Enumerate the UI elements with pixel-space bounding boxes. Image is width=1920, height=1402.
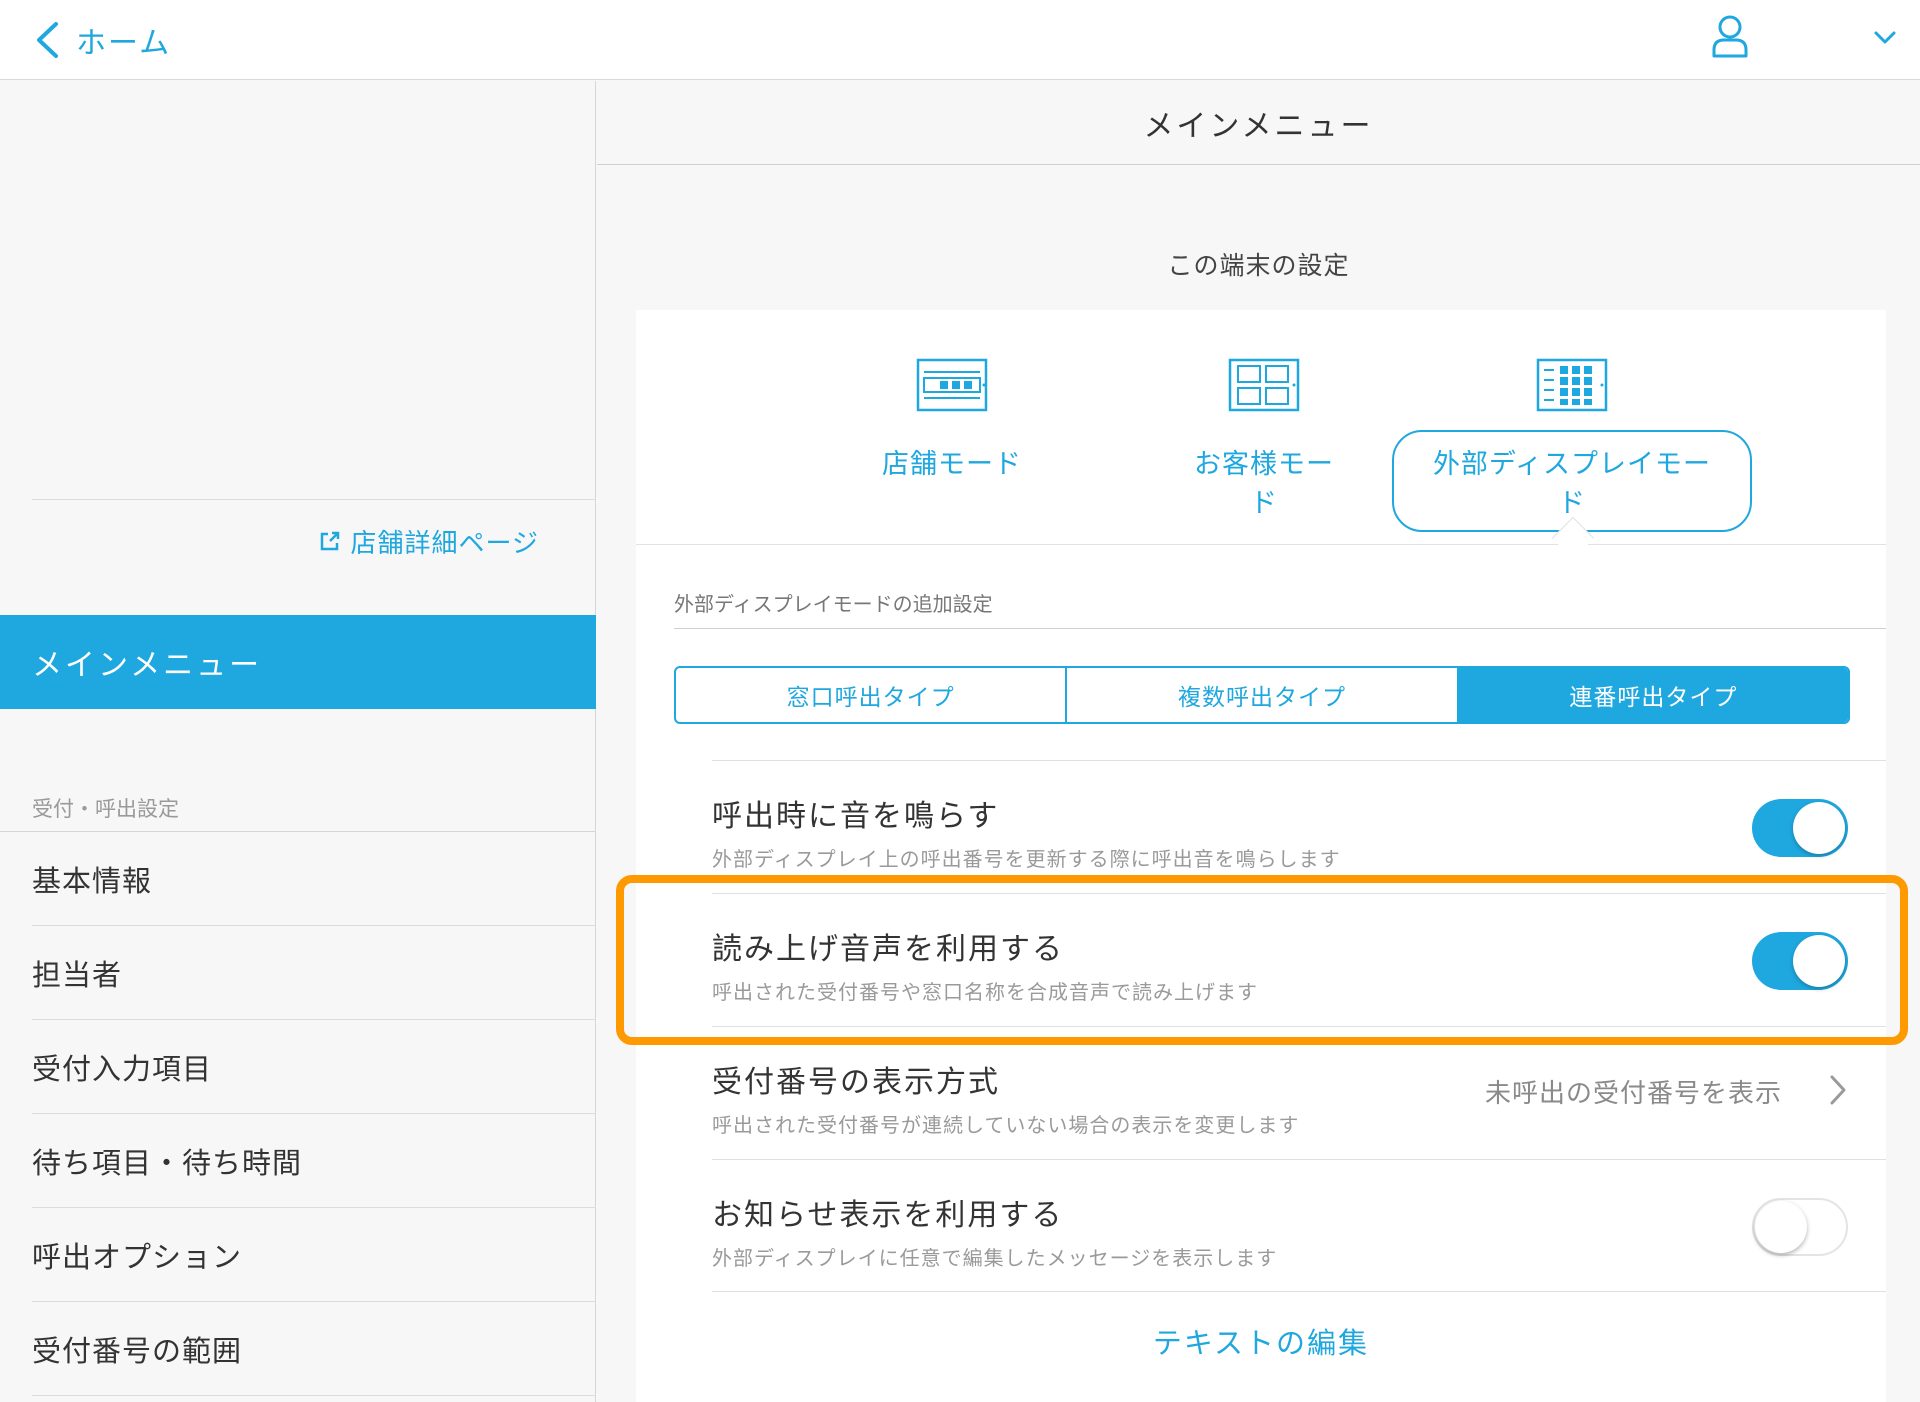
setting-title: 読み上げ音声を利用する <box>712 932 1064 967</box>
sidebar-item-reception-fields[interactable]: 受付入力項目 <box>32 1020 596 1114</box>
divider <box>674 628 1886 629</box>
device-settings-title: この端末の設定 <box>1167 251 1350 280</box>
sidebar-item-label: 待ち項目・待ち時間 <box>32 1145 303 1180</box>
setting-description: 外部ディスプレイ上の呼出番号を更新する際に呼出音を鳴らします <box>712 847 1341 871</box>
sidebar-item-label: メインメニュー <box>32 648 263 683</box>
external-display-mode-icon <box>1536 358 1608 412</box>
sidebar: 店舗詳細ページ メインメニュー 受付・呼出設定 基本情報 担当者 受付入力項目 … <box>0 81 596 1402</box>
sidebar-item-label: 基本情報 <box>32 863 153 898</box>
extra-settings-label: 外部ディスプレイモードの追加設定 <box>674 592 993 616</box>
toggle-knob <box>1793 802 1845 854</box>
main-header: メインメニュー <box>597 81 1920 165</box>
settings-card: 店舗モード お客様モード 外部ディスプレイモード 外部ディスプレイモードの追加設… <box>636 310 1886 1402</box>
mode-selector: 店舗モード お客様モード 外部ディスプレイモード <box>636 310 1886 560</box>
setting-value: 未呼出の受付番号を表示 <box>1484 1079 1782 1109</box>
toggle-knob <box>1755 1201 1807 1253</box>
call-type-segmented-control: 窓口呼出タイプ 複数呼出タイプ 連番呼出タイプ <box>674 666 1850 724</box>
setting-title: 受付番号の表示方式 <box>712 1065 1000 1100</box>
back-button[interactable]: ホーム <box>34 14 171 66</box>
chevron-down-icon[interactable] <box>1870 22 1900 52</box>
sidebar-item-main-menu[interactable]: メインメニュー <box>0 615 596 709</box>
sidebar-item-label: 呼出オプション <box>32 1239 243 1274</box>
voice-readout-toggle[interactable] <box>1752 932 1848 990</box>
customer-mode-option[interactable]: お客様モード <box>1156 358 1372 532</box>
store-detail-link[interactable]: 店舗詳細ページ <box>319 521 539 561</box>
chevron-right-icon[interactable] <box>1828 1073 1848 1107</box>
chevron-left-icon <box>37 22 58 58</box>
call-sound-toggle[interactable] <box>1752 799 1848 857</box>
call-type-sequential[interactable]: 連番呼出タイプ <box>1458 668 1848 722</box>
sidebar-list: 基本情報 担当者 受付入力項目 待ち項目・待ち時間 呼出オプション 受付番号の範… <box>0 831 596 1396</box>
setting-title: お知らせ表示を利用する <box>712 1198 1064 1233</box>
notice-display-toggle[interactable] <box>1752 1198 1848 1256</box>
sidebar-item-label: 担当者 <box>32 957 123 992</box>
sidebar-item-label: 受付番号の範囲 <box>32 1333 243 1368</box>
page-title: メインメニュー <box>1143 108 1374 144</box>
section-label: 受付・呼出設定 <box>32 797 179 821</box>
user-icon[interactable] <box>1710 14 1750 58</box>
call-type-window[interactable]: 窓口呼出タイプ <box>676 668 1068 722</box>
setting-row-voice-readout: 読み上げ音声を利用する 呼出された受付番号や窓口名称を合成音声で読み上げます <box>712 893 1886 1026</box>
mode-label: 店舗モード <box>882 449 1022 480</box>
setting-row-notice-display: お知らせ表示を利用する 外部ディスプレイに任意で編集したメッセージを表示します <box>712 1159 1886 1292</box>
sidebar-item-basic-info[interactable]: 基本情報 <box>32 832 596 926</box>
setting-description: 呼出された受付番号や窓口名称を合成音声で読み上げます <box>712 980 1258 1004</box>
setting-row-number-display[interactable]: 受付番号の表示方式 呼出された受付番号が連続していない場合の表示を変更します 未… <box>712 1026 1886 1159</box>
store-mode-option[interactable]: 店舗モード <box>852 358 1052 493</box>
settings-list: 呼出時に音を鳴らす 外部ディスプレイ上の呼出番号を更新する際に呼出音を鳴らします… <box>712 760 1886 1292</box>
sidebar-item-call-options[interactable]: 呼出オプション <box>32 1208 596 1302</box>
setting-row-call-sound: 呼出時に音を鳴らす 外部ディスプレイ上の呼出番号を更新する際に呼出音を鳴らします <box>712 760 1886 893</box>
customer-mode-icon <box>1228 358 1300 412</box>
call-type-multiple[interactable]: 複数呼出タイプ <box>1067 668 1459 722</box>
setting-description: 呼出された受付番号が連続していない場合の表示を変更します <box>712 1113 1300 1137</box>
mode-label: お客様モード <box>1194 449 1334 519</box>
external-link-icon <box>320 531 339 551</box>
toggle-knob <box>1793 935 1845 987</box>
sidebar-item-wait-items[interactable]: 待ち項目・待ち時間 <box>32 1114 596 1208</box>
divider <box>32 499 596 500</box>
divider <box>636 544 1886 545</box>
sidebar-item-label: 受付入力項目 <box>32 1051 213 1086</box>
back-label: ホーム <box>76 26 172 61</box>
setting-description: 外部ディスプレイに任意で編集したメッセージを表示します <box>712 1246 1278 1270</box>
store-mode-icon <box>916 358 988 412</box>
external-display-mode-option[interactable]: 外部ディスプレイモード <box>1392 358 1752 532</box>
sidebar-item-staff[interactable]: 担当者 <box>32 926 596 1020</box>
top-bar: ホーム <box>0 0 1920 80</box>
setting-title: 呼出時に音を鳴らす <box>712 799 1000 834</box>
store-detail-label: 店舗詳細ページ <box>350 528 539 559</box>
edit-text-link[interactable]: テキストの編集 <box>636 1320 1886 1362</box>
sidebar-item-number-range[interactable]: 受付番号の範囲 <box>32 1302 596 1396</box>
